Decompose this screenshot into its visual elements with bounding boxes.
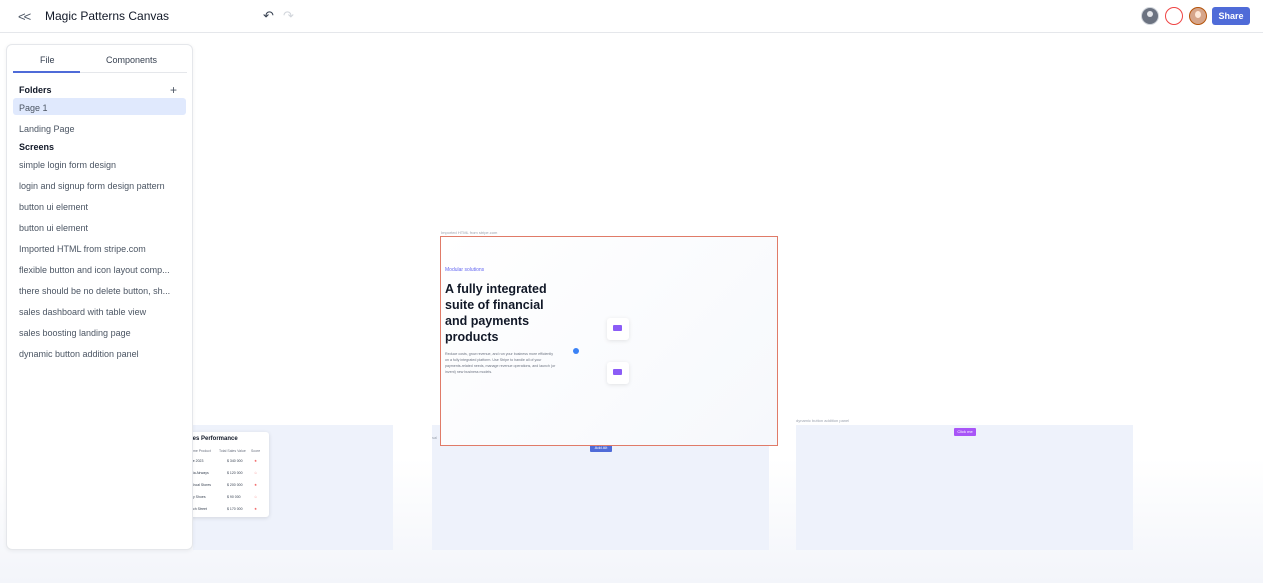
- table-cell: $ 200 000: [227, 483, 243, 487]
- screen-item[interactable]: button ui element: [19, 202, 184, 212]
- table-cell: ☆: [254, 471, 258, 475]
- share-button[interactable]: Share: [1212, 7, 1250, 25]
- table-cell: ach Street: [191, 507, 207, 511]
- hero-headline: A fully integrated suite of financial an…: [445, 282, 547, 344]
- avatar[interactable]: [1141, 7, 1159, 25]
- product-card-icon: [607, 362, 629, 384]
- frame-label-main: Imported HTML from stripe.com: [441, 230, 498, 235]
- screen-item[interactable]: flexible button and icon layout comp...: [19, 265, 184, 275]
- folder-item-page-1[interactable]: Page 1: [19, 103, 184, 113]
- table-header: Score: [251, 449, 261, 453]
- screen-item[interactable]: button ui element: [19, 223, 184, 233]
- sales-table-card[interactable]: les Performance ame Product Total Sales …: [189, 432, 269, 517]
- avatar[interactable]: [1165, 7, 1183, 25]
- active-tab-indicator: [13, 71, 80, 73]
- top-bar: << Magic Patterns Canvas ↶ ↷ Share: [0, 0, 1263, 33]
- table-cell: $ 120 000: [227, 471, 243, 475]
- table-cell: $ 170 000: [227, 507, 243, 511]
- table-cell: ★: [254, 483, 258, 487]
- hero-eyebrow: Modular solutions: [445, 267, 485, 273]
- frame-label-small: sal: [432, 435, 438, 440]
- table-cell: ★: [254, 507, 258, 511]
- sidebar-tabs: File Components: [13, 53, 187, 73]
- screen-item[interactable]: sales boosting landing page: [19, 328, 184, 338]
- frame-dynamic-button[interactable]: [796, 425, 1133, 550]
- screen-item[interactable]: there should be no delete button, sh...: [19, 286, 184, 296]
- avatar[interactable]: [1189, 7, 1207, 25]
- table-cell: $ 90 000: [227, 495, 241, 499]
- screen-item[interactable]: sales dashboard with table view: [19, 307, 184, 317]
- product-card-icon: [607, 318, 629, 340]
- table-cell: Shoal Stores: [191, 483, 212, 487]
- click-me-tag[interactable]: Click me: [954, 428, 976, 436]
- redo-icon[interactable]: ↷: [283, 8, 294, 24]
- folders-heading: Folders: [19, 85, 52, 95]
- tab-file[interactable]: File: [40, 55, 55, 65]
- table-header: ame Product: [191, 449, 211, 453]
- folder-item-landing-page[interactable]: Landing Page: [19, 124, 184, 134]
- hero-body: Reduce costs, grow revenue, and run your…: [445, 352, 556, 374]
- accent-dot: [573, 348, 579, 354]
- table-cell: ☆: [254, 495, 258, 499]
- screen-item[interactable]: simple login form design: [19, 160, 184, 170]
- screen-item[interactable]: dynamic button addition panel: [19, 349, 184, 359]
- frame-label-dynamic: dynamic button addition panel: [796, 418, 850, 423]
- table-cell: dia Airways: [191, 471, 209, 475]
- frame-imported-stripe[interactable]: Modular solutions A fully integrated sui…: [440, 236, 778, 446]
- undo-icon[interactable]: ↶: [263, 8, 274, 24]
- screen-item[interactable]: login and signup form design pattern: [19, 181, 184, 191]
- tab-components[interactable]: Components: [106, 55, 157, 65]
- screens-heading: Screens: [19, 142, 55, 152]
- table-cell: ★: [254, 459, 258, 463]
- table-title: les Performance: [191, 436, 238, 442]
- table-cell: dy Shoes: [191, 495, 206, 499]
- screen-item[interactable]: Imported HTML from stripe.com: [19, 244, 184, 254]
- table-cell: $ 340 000: [227, 459, 243, 463]
- double-chevron-left-icon[interactable]: <<: [18, 9, 31, 24]
- plus-icon[interactable]: +: [170, 83, 177, 97]
- sidebar: File Components Folders + Page 1 Landing…: [6, 44, 193, 550]
- table-header: Total Sales Value: [219, 449, 246, 453]
- project-title[interactable]: Magic Patterns Canvas: [45, 9, 169, 23]
